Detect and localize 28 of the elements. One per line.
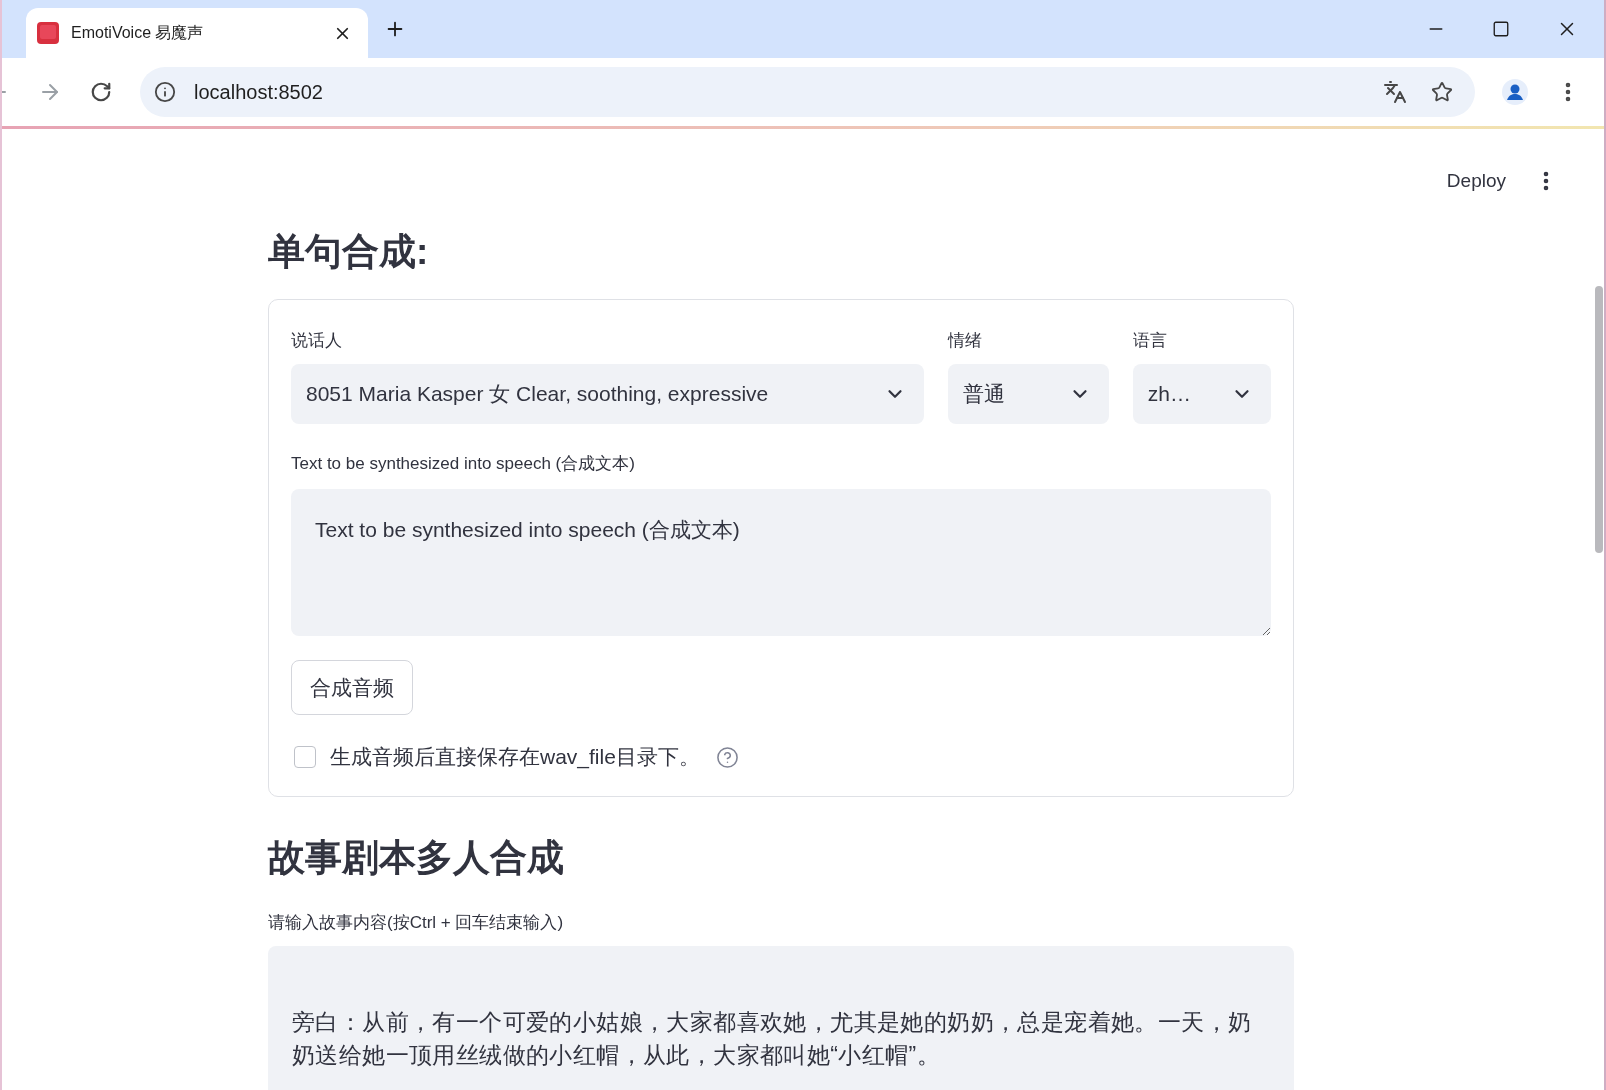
- text-input[interactable]: Text to be synthesized into speech (合成文本): [291, 489, 1271, 636]
- text-input-label: Text to be synthesized into speech (合成文本): [291, 453, 636, 475]
- select-label: 语言: [1132, 330, 1168, 352]
- scrollbar-thumb[interactable]: [1595, 286, 1603, 553]
- dropdown-select[interactable]: 8051 Maria Kasper 女 Clear, soothing, expressive: [291, 364, 924, 424]
- select-label: 情绪: [947, 330, 983, 352]
- dropdown-select[interactable]: 普通: [947, 364, 1109, 424]
- profile-avatar-icon[interactable]: [1502, 79, 1528, 105]
- maximize-icon[interactable]: [1492, 20, 1510, 38]
- deploy-button[interactable]: Deploy: [1446, 170, 1506, 192]
- story-text-input[interactable]: 旁白：从前，有一个可爱的小姑娘，大家都喜欢她，尤其是她的奶奶，总是宠着她。一天，奶奶送给她一顶用丝绒做的小红帽，从此，大家都叫她“小红帽”。: [268, 946, 1294, 1090]
- synthesize-button[interactable]: 合成音频: [291, 660, 413, 715]
- translate-icon[interactable]: [1383, 80, 1407, 104]
- reload-icon[interactable]: [90, 81, 112, 103]
- checkbox-label: 生成音频后直接保存在wav_file目录下。: [330, 744, 700, 770]
- save-checkbox[interactable]: [294, 746, 316, 768]
- section-heading: 单句合成:: [268, 230, 430, 274]
- app-favicon-icon: [37, 22, 59, 44]
- tab-title: EmotiVoice 易魔声: [71, 22, 205, 43]
- story-input-label: 请输入故事内容(按Ctrl + 回车结束输入): [268, 912, 565, 934]
- browser-tab[interactable]: EmotiVoice 易魔声: [26, 8, 368, 58]
- help-icon[interactable]: [715, 745, 739, 769]
- section-heading: 故事剧本多人合成: [268, 836, 565, 880]
- bookmark-star-icon[interactable]: [1431, 81, 1453, 103]
- address-bar[interactable]: localhost:8502: [140, 67, 1475, 117]
- info-icon[interactable]: [154, 81, 176, 103]
- select-label: 说话人: [291, 330, 343, 352]
- dropdown-select[interactable]: zh…: [1132, 364, 1271, 424]
